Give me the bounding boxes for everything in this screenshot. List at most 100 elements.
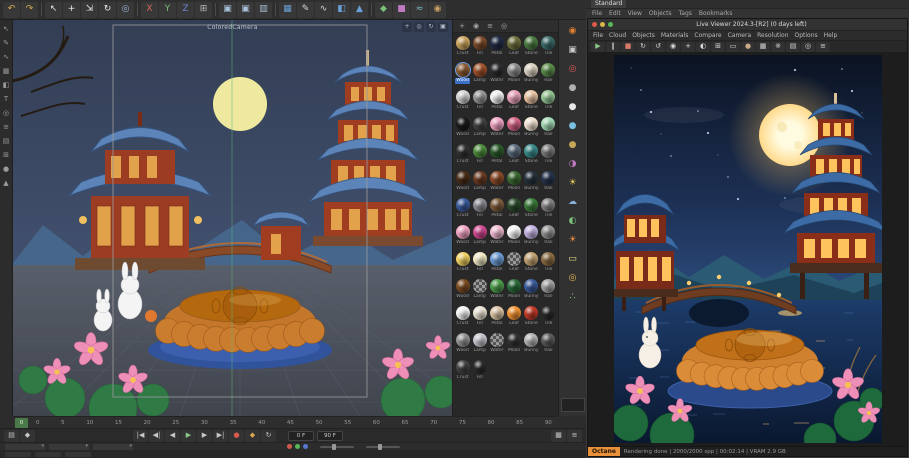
lv-menu-materials[interactable]: Materials xyxy=(661,32,689,39)
mat-create-icon[interactable]: + xyxy=(456,21,468,32)
snap-select[interactable] xyxy=(93,444,133,450)
glossy-material-icon[interactable]: ● xyxy=(562,99,584,116)
lv-region-icon[interactable]: ⊞ xyxy=(711,42,725,52)
material-swatch[interactable]: Wood xyxy=(454,116,471,142)
record-icon[interactable]: ● xyxy=(229,430,244,442)
material-swatch[interactable]: Petal xyxy=(488,143,505,169)
target-light-icon[interactable]: ◎ xyxy=(562,270,584,287)
goto-start-icon[interactable]: |◀ xyxy=(133,430,148,442)
grid-icon[interactable]: ⊞ xyxy=(1,149,12,161)
axis-y-toggle[interactable] xyxy=(295,444,300,449)
material-swatch[interactable]: Moon xyxy=(505,170,522,196)
split-mode-icon[interactable]: ◧ xyxy=(1,79,12,91)
area-light-icon[interactable]: ▭ xyxy=(562,251,584,268)
daylight-icon[interactable]: ☀ xyxy=(562,232,584,249)
material-swatch[interactable]: Rail xyxy=(540,62,557,88)
render-target-icon[interactable]: ◎ xyxy=(562,61,584,78)
material-swatch[interactable]: Fill xyxy=(471,251,488,277)
material-swatch[interactable]: Moon xyxy=(505,116,522,142)
material-swatch[interactable]: Stone xyxy=(523,143,540,169)
end-frame-field[interactable]: 90 F xyxy=(317,431,343,441)
scale-tool-icon[interactable]: ⇲ xyxy=(81,2,98,18)
material-swatch[interactable]: Bunny xyxy=(523,332,540,358)
material-swatch[interactable]: Petal xyxy=(488,305,505,331)
live-viewer-open-icon[interactable]: ▣ xyxy=(562,42,584,59)
material-swatch[interactable]: Water xyxy=(488,332,505,358)
point-mode-icon[interactable]: ● xyxy=(1,163,12,175)
scatter-icon[interactable]: ∴ xyxy=(562,289,584,306)
render-settings-icon[interactable]: ▥ xyxy=(255,2,272,18)
material-swatch[interactable]: Leaf xyxy=(505,143,522,169)
autokey-icon[interactable]: ◆ xyxy=(245,430,260,442)
material-swatch[interactable]: Water xyxy=(488,224,505,250)
material-swatch[interactable]: Bunny xyxy=(523,224,540,250)
material-swatch[interactable]: Crust xyxy=(454,143,471,169)
material-swatch[interactable]: Crust xyxy=(454,89,471,115)
mix-material-icon[interactable]: ◑ xyxy=(562,156,584,173)
model-mode-icon[interactable]: ▦ xyxy=(1,65,12,77)
material-swatch[interactable]: Stone xyxy=(523,305,540,331)
mat-list-icon[interactable]: ≡ xyxy=(484,21,496,32)
material-swatch[interactable]: Lamp xyxy=(471,116,488,142)
material-swatch[interactable]: Crust xyxy=(454,359,471,385)
coord-x-field[interactable] xyxy=(5,452,31,457)
material-swatch[interactable]: Water xyxy=(488,116,505,142)
coord-system-icon[interactable]: ⊞ xyxy=(195,2,212,18)
material-swatch[interactable]: Rail xyxy=(540,224,557,250)
material-swatch[interactable]: Crust xyxy=(454,305,471,331)
lv-film-region-icon[interactable]: ▭ xyxy=(726,42,740,52)
environment-icon[interactable]: ☁ xyxy=(562,194,584,211)
material-swatch[interactable]: Bunny xyxy=(523,116,540,142)
material-swatch[interactable]: Wood xyxy=(454,170,471,196)
material-swatch[interactable]: Rail xyxy=(540,116,557,142)
prev-key-icon[interactable]: ◀| xyxy=(149,430,164,442)
material-swatch[interactable]: Crust xyxy=(454,251,471,277)
lv-pick-focus-icon[interactable]: + xyxy=(681,42,695,52)
lv-menu-file[interactable]: File xyxy=(593,32,603,39)
lv-lock-icon[interactable]: ◉ xyxy=(666,42,680,52)
hdri-environment-icon[interactable]: ◐ xyxy=(562,213,584,230)
play-icon[interactable]: ▶ xyxy=(181,430,196,442)
lv-restart-icon[interactable]: ↻ xyxy=(636,42,650,52)
material-swatch[interactable]: Wood xyxy=(454,62,471,88)
close-icon[interactable] xyxy=(592,22,597,27)
timeline-ruler[interactable]: 0 051015202530354045505560657075808590 xyxy=(13,416,558,428)
viewport-camera-label[interactable]: ColoredCamera xyxy=(207,24,257,31)
lv-play-icon[interactable]: ▶ xyxy=(591,42,605,52)
mat-search-icon[interactable]: ◎ xyxy=(498,21,510,32)
extrude-icon[interactable]: ▲ xyxy=(351,2,368,18)
specular-material-icon[interactable]: ● xyxy=(562,118,584,135)
material-swatch[interactable]: Lamp xyxy=(471,278,488,304)
material-swatch[interactable]: Leaf xyxy=(505,197,522,223)
render-view-icon[interactable]: ▣ xyxy=(219,2,236,18)
coord-y-field[interactable] xyxy=(35,452,61,457)
material-swatch[interactable]: Water xyxy=(488,62,505,88)
primitive-cube-icon[interactable]: ▦ xyxy=(279,2,296,18)
window-menu-file[interactable]: File xyxy=(592,10,602,18)
next-frame-icon[interactable]: ▶ xyxy=(197,430,212,442)
material-swatch[interactable]: Petal xyxy=(488,251,505,277)
lv-menu-help[interactable]: Help xyxy=(824,32,838,39)
layers-icon[interactable]: ▤ xyxy=(1,135,12,147)
target-icon[interactable]: ◎ xyxy=(1,107,12,119)
material-swatch[interactable]: Fill xyxy=(471,89,488,115)
lv-clay-mode-icon[interactable]: ● xyxy=(741,42,755,52)
material-swatch[interactable]: Moon xyxy=(505,278,522,304)
render-view[interactable] xyxy=(588,52,907,446)
viewport[interactable]: ColoredCamera +◎↻▣ xyxy=(13,20,452,416)
material-swatch[interactable]: Leaf xyxy=(505,251,522,277)
material-swatch[interactable]: Moon xyxy=(505,332,522,358)
lv-menu-cloud[interactable]: Cloud xyxy=(609,32,626,39)
emission-icon[interactable]: ☀ xyxy=(562,175,584,192)
vp-maximize-icon[interactable]: ▣ xyxy=(438,22,448,32)
mat-sphere-icon[interactable]: ◉ xyxy=(470,21,482,32)
material-swatch[interactable]: Petal xyxy=(488,197,505,223)
lv-menu-compare[interactable]: Compare xyxy=(694,32,721,39)
goto-end-icon[interactable]: ▶| xyxy=(213,430,228,442)
material-swatch[interactable]: Tile xyxy=(540,197,557,223)
vp-zoom-icon[interactable]: ◎ xyxy=(414,22,424,32)
window-menu-edit[interactable]: Edit xyxy=(609,10,621,18)
axis-lock-y-icon[interactable]: Y xyxy=(159,2,176,18)
diffuse-material-icon[interactable]: ● xyxy=(562,80,584,97)
material-swatch[interactable]: Wood xyxy=(454,332,471,358)
